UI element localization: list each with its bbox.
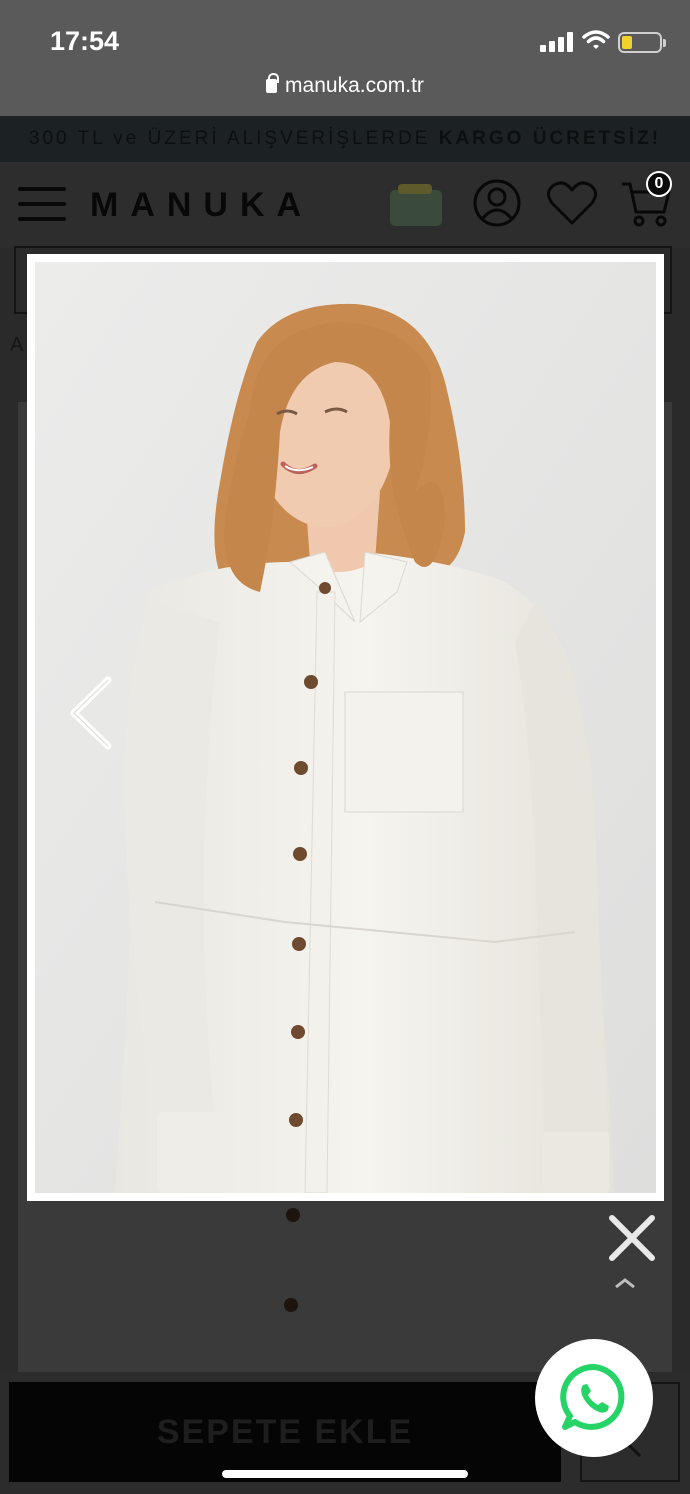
- chevron-left-icon[interactable]: [66, 676, 116, 750]
- status-bar: 17:54 manuka.com.tr: [0, 0, 690, 116]
- url-text: manuka.com.tr: [285, 74, 424, 97]
- image-lightbox: [27, 254, 664, 1201]
- whatsapp-icon: [560, 1363, 625, 1430]
- wifi-icon: [582, 30, 610, 49]
- product-photo: [35, 262, 656, 1193]
- user-icon[interactable]: [472, 178, 522, 228]
- site-logo[interactable]: MANUKA: [90, 186, 313, 225]
- battery-icon: [618, 32, 666, 53]
- whatsapp-button[interactable]: [535, 1339, 653, 1457]
- home-indicator: [222, 1470, 468, 1478]
- lock-icon: [266, 73, 280, 93]
- heart-icon[interactable]: [546, 180, 598, 226]
- menu-icon[interactable]: [18, 187, 66, 221]
- promo-bold: KARGO ÜCRETSİZ!: [438, 128, 662, 149]
- address-bar[interactable]: manuka.com.tr: [0, 73, 690, 98]
- promo-text: 300 TL ve ÜZERİ ALIŞVERİŞLERDE: [28, 128, 439, 149]
- add-to-cart-button[interactable]: SEPETE EKLE: [9, 1382, 561, 1482]
- free-shipping-banner: 300 TL ve ÜZERİ ALIŞVERİŞLERDE KARGO ÜCR…: [0, 116, 690, 162]
- model-shirt-illustration: [35, 262, 656, 1193]
- cart-count-badge: 0: [646, 171, 672, 197]
- signal-icon: [540, 32, 574, 52]
- chevron-up-icon[interactable]: [614, 1278, 636, 1288]
- breadcrumb[interactable]: A: [10, 334, 23, 357]
- status-time: 17:54: [50, 26, 120, 56]
- site-header: MANUKA: [0, 162, 690, 248]
- close-icon[interactable]: [606, 1214, 658, 1262]
- gift-box-icon[interactable]: [390, 184, 442, 226]
